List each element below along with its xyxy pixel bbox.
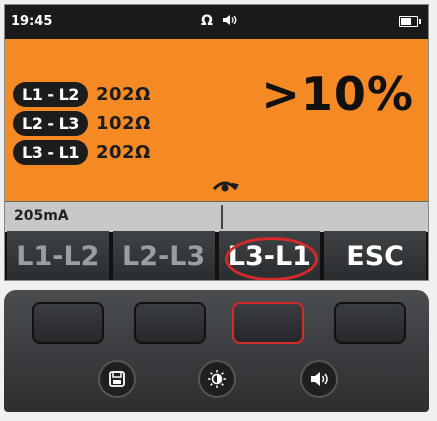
function-key-1[interactable] [32,302,104,344]
save-icon [109,371,125,387]
reading-row-l1-l2: L1 - L2 202Ω [13,81,151,107]
current-bar: 205mA [5,201,428,232]
continuity-icon [212,181,239,192]
resistance-value: 202Ω [95,141,151,163]
speaker-icon [311,372,328,386]
volume-button[interactable] [300,360,338,398]
device-screen: 19:45 Ω L1 - L2 202Ω L2 - L3 102Ω L3 - L… [4,4,429,281]
softkey-l3-l1[interactable]: L3-L1 [218,231,321,280]
battery-icon [399,16,421,27]
save-button[interactable] [98,360,136,398]
pair-label: L3 - L1 [13,139,88,165]
status-icons: Ω [201,13,238,29]
speaker-icon [222,15,237,25]
highlight-ring [224,237,319,280]
softkey-label: ESC [346,241,404,272]
softkey-l2-l3[interactable]: L2-L3 [112,231,215,280]
clock: 19:45 [11,14,53,29]
function-key-4[interactable] [334,302,406,344]
status-bar: 19:45 Ω [5,5,428,39]
resistance-value: 202Ω [95,83,151,105]
softkey-esc[interactable]: ESC [324,231,426,280]
reading-row-l3-l1: L3 - L1 202Ω [13,139,151,165]
resistance-value: 102Ω [95,112,151,134]
softkey-l1-l2[interactable]: L1-L2 [7,231,109,280]
softkey-bar: L1-L2 L2-L3 L3-L1 ESC [5,231,428,280]
main-reading: >10% [261,67,414,121]
reading-row-l2-l3: L2 - L3 102Ω [13,110,151,136]
function-key-2[interactable] [134,302,206,344]
brightness-button[interactable] [198,360,236,398]
divider [221,205,223,229]
function-key-3[interactable] [232,302,304,344]
result-panel: L1 - L2 202Ω L2 - L3 102Ω L3 - L1 202Ω >… [5,39,428,201]
softkey-label: L2-L3 [122,241,206,272]
ohm-icon: Ω [201,13,215,29]
pair-label: L1 - L2 [13,81,88,107]
pair-label: L2 - L3 [13,110,88,136]
brightness-icon [208,370,226,388]
current-reading: 205mA [14,208,69,224]
keypad [4,290,429,412]
softkey-label: L1-L2 [16,241,100,272]
